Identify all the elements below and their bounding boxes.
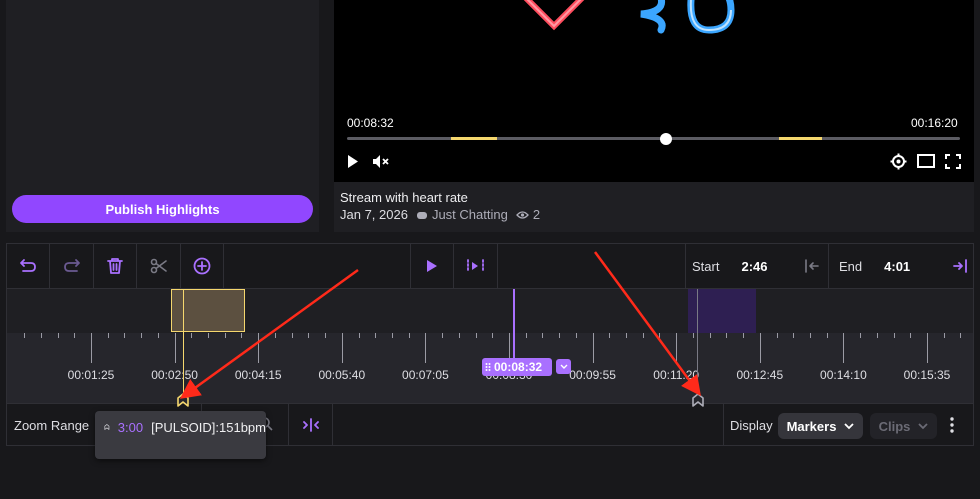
theater-mode-icon[interactable] xyxy=(917,154,935,168)
ruler-tick xyxy=(860,333,861,338)
ruler-tick xyxy=(91,333,92,363)
end-label: End xyxy=(839,258,863,274)
stream-category[interactable]: Just Chatting xyxy=(432,207,508,222)
zoom-range-label: Zoom Range xyxy=(14,418,90,433)
neon-number-graphic xyxy=(640,0,735,34)
ruler-label: 00:15:35 xyxy=(903,368,951,382)
ruler-tick xyxy=(24,333,25,338)
delete-icon xyxy=(107,258,123,274)
chevron-down-icon xyxy=(918,422,929,429)
fit-zoom-button[interactable] xyxy=(288,404,333,446)
seek-highlight xyxy=(779,137,823,140)
markers-dropdown[interactable]: Markers xyxy=(778,413,863,439)
display-label: Display xyxy=(730,418,773,433)
ruler-tick xyxy=(158,333,159,338)
ruler-tick xyxy=(793,333,794,338)
delete-button[interactable] xyxy=(94,244,137,288)
undo-button[interactable] xyxy=(7,244,50,288)
seek-bar[interactable] xyxy=(347,137,960,140)
settings-icon[interactable] xyxy=(890,153,907,170)
ruler-label: 00:12:45 xyxy=(736,368,784,382)
cut-icon xyxy=(150,258,167,274)
video-player[interactable] xyxy=(334,0,974,182)
ruler-label: 00:01:25 xyxy=(67,368,115,382)
fit-zoom-icon xyxy=(302,418,319,432)
start-time-value[interactable]: 2:46 xyxy=(741,259,767,274)
marker-tooltip: 3:00 [PULSOID]:151bpm xyxy=(95,411,266,459)
view-count: 2 xyxy=(532,207,541,222)
markers-label: Markers xyxy=(786,418,837,434)
redo-icon xyxy=(63,259,80,272)
end-time-value[interactable]: 4:01 xyxy=(884,259,910,274)
ruler-tick xyxy=(743,333,744,338)
ruler-tick xyxy=(108,333,109,338)
stream-info: Stream with heart rate Jan 7, 2026 Just … xyxy=(334,182,974,232)
stream-date: Jan 7, 2026 xyxy=(340,207,408,222)
duration: 00:16:20 xyxy=(911,116,958,130)
annotation-arrows xyxy=(179,251,701,399)
neon-heart-graphic xyxy=(523,0,585,31)
ruler-tick xyxy=(827,333,828,338)
marker-icon xyxy=(104,424,110,430)
ruler-tick xyxy=(894,333,895,338)
stream-title: Stream with heart rate xyxy=(340,190,468,205)
views-icon xyxy=(515,210,529,219)
stream-meta: Jan 7, 2026 Just Chatting 2 xyxy=(340,207,540,222)
seek-handle[interactable] xyxy=(659,133,672,145)
play-icon[interactable] xyxy=(346,154,360,169)
set-end-icon[interactable] xyxy=(952,259,968,273)
marker-text: [PULSOID]:151bpm xyxy=(151,420,266,435)
ruler-label: 00:14:10 xyxy=(820,368,867,382)
fullscreen-icon[interactable] xyxy=(945,154,961,169)
ruler-tick xyxy=(58,333,59,338)
more-options-icon[interactable] xyxy=(949,417,955,433)
ruler-tick xyxy=(910,333,911,338)
divider xyxy=(723,404,724,446)
clips-label: Clips xyxy=(878,418,911,434)
redo-button[interactable] xyxy=(50,244,94,288)
ruler-tick xyxy=(927,333,928,363)
end-time-control: End 4:01 xyxy=(829,244,973,288)
ruler-tick xyxy=(124,333,125,338)
seek-highlight xyxy=(451,137,498,140)
mute-icon[interactable] xyxy=(372,154,390,169)
ruler-tick xyxy=(141,333,142,338)
publish-highlights-button[interactable]: Publish Highlights xyxy=(12,195,313,223)
ruler-tick xyxy=(944,333,945,338)
ruler-tick xyxy=(843,333,844,363)
ruler-tick xyxy=(726,333,727,338)
ruler-tick xyxy=(710,333,711,338)
set-start-icon[interactable] xyxy=(804,259,820,273)
current-time: 00:08:32 xyxy=(347,116,394,130)
undo-icon xyxy=(20,259,36,272)
category-icon xyxy=(416,211,427,219)
ruler-tick xyxy=(777,333,778,338)
ruler-tick xyxy=(877,333,878,338)
ruler-tick xyxy=(960,333,961,338)
ruler-tick xyxy=(74,333,75,338)
ruler-tick xyxy=(760,333,761,363)
chevron-down-icon xyxy=(844,422,855,429)
ruler-tick xyxy=(41,333,42,338)
clips-dropdown[interactable]: Clips xyxy=(870,413,937,439)
marker-time: 3:00 xyxy=(117,420,144,435)
ruler-tick xyxy=(810,333,811,338)
